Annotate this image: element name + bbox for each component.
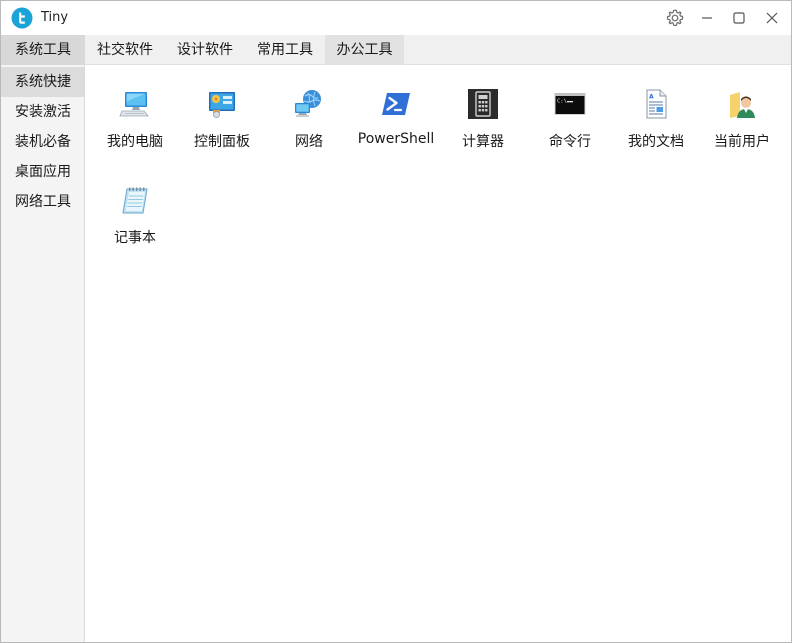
sidebar-item-desktop-apps[interactable]: 桌面应用 (1, 157, 84, 187)
powershell-icon (382, 93, 410, 115)
app-label: PowerShell (357, 131, 435, 147)
app-label: 网络 (295, 134, 323, 150)
svg-text:A: A (649, 94, 654, 101)
sidebar-item-install-activate[interactable]: 安装激活 (1, 97, 84, 127)
title-bar[interactable]: Tiny (1, 1, 791, 35)
app-tile-my-documents[interactable]: A 我的文档 (612, 70, 700, 166)
app-window: Tiny 系统工具 社交软件 设计软件 常用工具 办公工具 系统快捷 安装激活 … (0, 0, 792, 643)
tab-common-tools[interactable]: 常用工具 (245, 35, 325, 65)
tab-system-tools[interactable]: 系统工具 (1, 35, 85, 65)
notepad-icon (122, 187, 148, 214)
app-logo-icon (11, 7, 33, 29)
app-tile-network[interactable]: 网络 (265, 70, 353, 166)
tab-design-software[interactable]: 设计软件 (165, 35, 245, 65)
minimize-button[interactable] (695, 6, 719, 30)
app-label: 记事本 (114, 230, 156, 246)
app-grid: 我的电脑 控制面板 网络 PowerShell 计算器 C:\ 命令行 A 我的… (86, 65, 791, 642)
gear-icon (666, 9, 684, 27)
sidebar-item-essentials[interactable]: 装机必备 (1, 127, 84, 157)
svg-text:C:\: C:\ (557, 99, 567, 105)
computer-icon (119, 92, 149, 117)
app-label: 我的电脑 (107, 134, 163, 150)
sidebar: 系统快捷 安装激活 装机必备 桌面应用 网络工具 (1, 65, 85, 642)
close-icon (766, 12, 778, 24)
maximize-icon (733, 12, 745, 24)
close-button[interactable] (760, 6, 784, 30)
app-tile-my-computer[interactable]: 我的电脑 (91, 70, 179, 166)
app-tile-current-user[interactable]: 当前用户 (698, 70, 786, 166)
network-icon (295, 90, 321, 117)
window-title: Tiny (41, 10, 69, 25)
document-icon: A (646, 89, 667, 119)
command-prompt-icon: C:\ (554, 93, 586, 115)
sidebar-item-system-shortcuts[interactable]: 系统快捷 (1, 67, 84, 97)
app-label: 计算器 (462, 134, 504, 150)
app-tile-powershell[interactable]: PowerShell (352, 70, 440, 166)
app-label: 控制面板 (194, 134, 250, 150)
app-label: 命令行 (549, 134, 591, 150)
app-tile-notepad[interactable]: 记事本 (91, 166, 179, 262)
app-label: 我的文档 (628, 134, 684, 150)
user-folder-icon (730, 92, 755, 118)
calculator-icon (468, 89, 498, 119)
minimize-icon (702, 17, 712, 19)
app-tile-control-panel[interactable]: 控制面板 (178, 70, 266, 166)
app-tile-calculator[interactable]: 计算器 (439, 70, 527, 166)
sidebar-item-network-tools[interactable]: 网络工具 (1, 187, 84, 217)
tab-social-software[interactable]: 社交软件 (85, 35, 165, 65)
settings-button[interactable] (663, 6, 687, 30)
tab-office-tools[interactable]: 办公工具 (325, 35, 404, 65)
control-panel-icon (209, 92, 235, 118)
maximize-button[interactable] (727, 6, 751, 30)
app-tile-command-prompt[interactable]: C:\ 命令行 (526, 70, 614, 166)
category-tab-bar: 系统工具 社交软件 设计软件 常用工具 办公工具 (1, 35, 791, 65)
app-label: 当前用户 (714, 134, 770, 150)
